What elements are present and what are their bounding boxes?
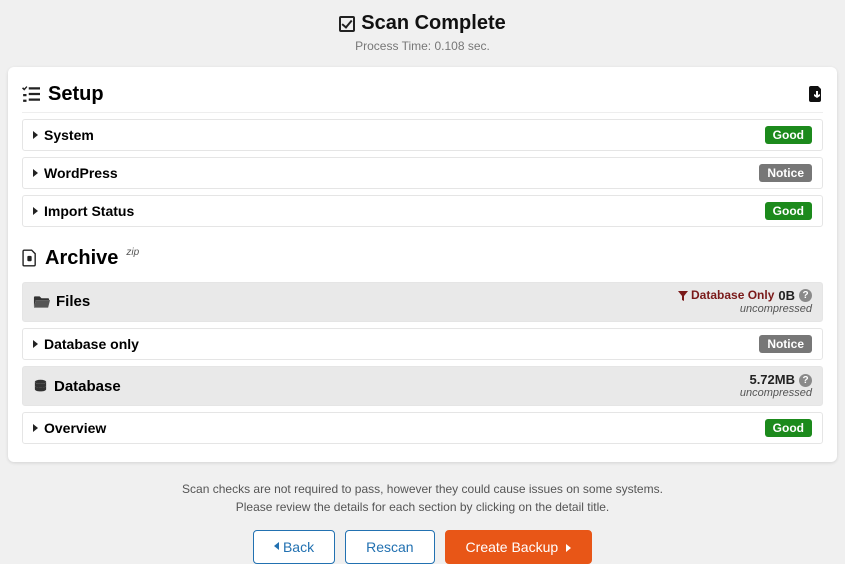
- caret-right-icon: [33, 131, 38, 139]
- create-backup-button[interactable]: Create Backup: [445, 530, 593, 564]
- status-badge: Good: [765, 126, 812, 144]
- files-group: Files Database Only 0B ? uncompressed: [22, 282, 823, 322]
- button-label: Create Backup: [466, 539, 559, 555]
- caret-left-icon: [274, 539, 279, 555]
- archive-format: zip: [126, 247, 139, 258]
- archive-title: Archive: [45, 247, 118, 270]
- files-size: 0B: [778, 289, 795, 303]
- database-icon: [33, 379, 48, 394]
- tasks-icon: [22, 85, 40, 103]
- process-time: Process Time: 0.108 sec.: [8, 39, 837, 53]
- filter-indicator: Database Only: [678, 289, 774, 302]
- help-icon[interactable]: ?: [799, 374, 812, 387]
- button-label: Rescan: [366, 539, 413, 555]
- setup-row-import[interactable]: Import Status Good: [22, 195, 823, 227]
- filter-label: Database Only: [691, 289, 774, 302]
- status-badge: Notice: [759, 335, 812, 353]
- back-button[interactable]: Back: [253, 530, 335, 564]
- database-row-overview[interactable]: Overview Good: [22, 412, 823, 444]
- help-icon[interactable]: ?: [799, 289, 812, 302]
- files-subtext: uncompressed: [740, 303, 812, 315]
- database-subtext: uncompressed: [740, 387, 812, 399]
- setup-header: Setup: [22, 77, 823, 113]
- archive-header: Archive zip: [22, 241, 823, 276]
- caret-right-icon: [33, 169, 38, 177]
- status-badge: Good: [765, 202, 812, 220]
- database-group: Database 5.72MB ? uncompressed: [22, 366, 823, 406]
- database-size: 5.72MB: [749, 373, 795, 387]
- rescan-button[interactable]: Rescan: [345, 530, 434, 564]
- page-title-text: Scan Complete: [361, 12, 505, 35]
- status-badge: Good: [765, 419, 812, 437]
- row-label: System: [44, 127, 94, 143]
- footer-line1: Scan checks are not required to pass, ho…: [8, 480, 837, 498]
- scan-panel: Setup System Good WordPress Notice Impor…: [8, 67, 837, 463]
- setup-title: Setup: [48, 83, 104, 106]
- button-label: Back: [283, 539, 314, 555]
- setup-row-wordpress[interactable]: WordPress Notice: [22, 157, 823, 189]
- footer-line2: Please review the details for each secti…: [8, 498, 837, 516]
- file-export-icon[interactable]: [809, 86, 823, 102]
- caret-right-icon: [33, 340, 38, 348]
- group-label: Files: [56, 293, 90, 310]
- check-square-icon: [339, 16, 355, 32]
- row-label: WordPress: [44, 165, 118, 181]
- caret-right-icon: [33, 424, 38, 432]
- page-title: Scan Complete: [339, 12, 505, 35]
- folder-open-icon: [33, 295, 50, 309]
- group-label: Database: [54, 378, 121, 395]
- row-label: Overview: [44, 420, 106, 436]
- files-row-dbonly[interactable]: Database only Notice: [22, 328, 823, 360]
- archive-file-icon: [22, 249, 37, 267]
- status-badge: Notice: [759, 164, 812, 182]
- caret-right-icon: [566, 539, 571, 555]
- row-label: Import Status: [44, 203, 134, 219]
- caret-right-icon: [33, 207, 38, 215]
- row-label: Database only: [44, 336, 139, 352]
- setup-row-system[interactable]: System Good: [22, 119, 823, 151]
